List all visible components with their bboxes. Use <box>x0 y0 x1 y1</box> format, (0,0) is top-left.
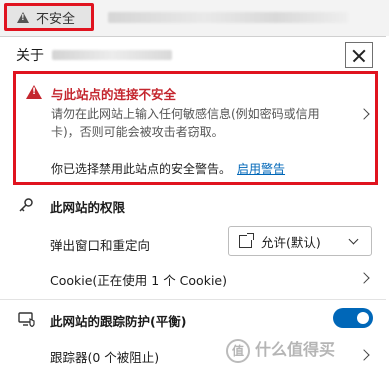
tracking-prevention-icon <box>18 311 36 331</box>
popups-value: 允许(默认) <box>261 234 321 250</box>
trackers-label: 跟踪器(0 个被阻止) <box>50 350 160 365</box>
warning-description: 请勿在此网站上输入任何敏感信息(例如密码或信用卡)，否则可能会被攻击者窃取。 <box>51 107 320 139</box>
key-icon <box>18 197 34 217</box>
chevron-down-icon <box>348 234 359 245</box>
trackers-row[interactable]: 跟踪器(0 个被阻止) <box>50 347 159 366</box>
chevron-right-icon[interactable] <box>358 108 370 120</box>
about-label: 关于 <box>16 48 44 64</box>
site-name-blurred <box>52 50 172 60</box>
site-info-panel: 关于 与此站点的连接不安全 请勿在此网站上输入任何敏感信息(例如密码或信用卡)，… <box>0 36 386 375</box>
cookie-row[interactable]: Cookie(正在使用 1 个 Cookie) <box>50 270 227 289</box>
popups-permission-select[interactable]: 允许(默认) <box>228 226 372 256</box>
insecure-connection-card[interactable]: 与此站点的连接不安全 请勿在此网站上输入任何敏感信息(例如密码或信用卡)，否则可… <box>13 71 378 185</box>
alert-triangle-icon <box>26 85 42 99</box>
warnings-disabled-note: 你已选择禁用此站点的安全警告。 启用警告 <box>51 160 285 177</box>
permissions-heading: 此网站的权限 <box>50 200 126 215</box>
close-button[interactable] <box>345 42 373 68</box>
popups-label: 弹出窗口和重定向 <box>50 238 151 253</box>
tracking-heading: 此网站的跟踪防护(平衡) <box>50 314 187 329</box>
chevron-right-icon[interactable] <box>358 349 370 361</box>
site-security-button[interactable]: 不安全 <box>4 3 94 31</box>
cookie-label: Cookie(正在使用 1 个 Cookie) <box>50 273 227 288</box>
about-header: 关于 <box>16 45 172 65</box>
watermark-text: 什么值得买 <box>255 340 336 359</box>
tracking-toggle[interactable] <box>333 308 373 328</box>
enable-warnings-link[interactable]: 启用警告 <box>237 162 285 176</box>
chevron-right-icon[interactable] <box>358 272 370 284</box>
open-external-icon <box>239 232 254 248</box>
warning-title: 与此站点的连接不安全 <box>51 87 177 102</box>
watermark-logo-icon: 值 <box>226 338 250 363</box>
security-label: 不安全 <box>36 11 76 27</box>
divider <box>0 299 386 300</box>
warning-icon <box>17 11 29 23</box>
disabled-text: 你已选择禁用此站点的安全警告。 <box>51 162 232 176</box>
url-text-blurred[interactable] <box>108 12 348 23</box>
address-bar: 不安全 <box>0 0 389 36</box>
toggle-knob <box>357 312 369 324</box>
watermark: 值什么值得买 <box>226 336 335 363</box>
